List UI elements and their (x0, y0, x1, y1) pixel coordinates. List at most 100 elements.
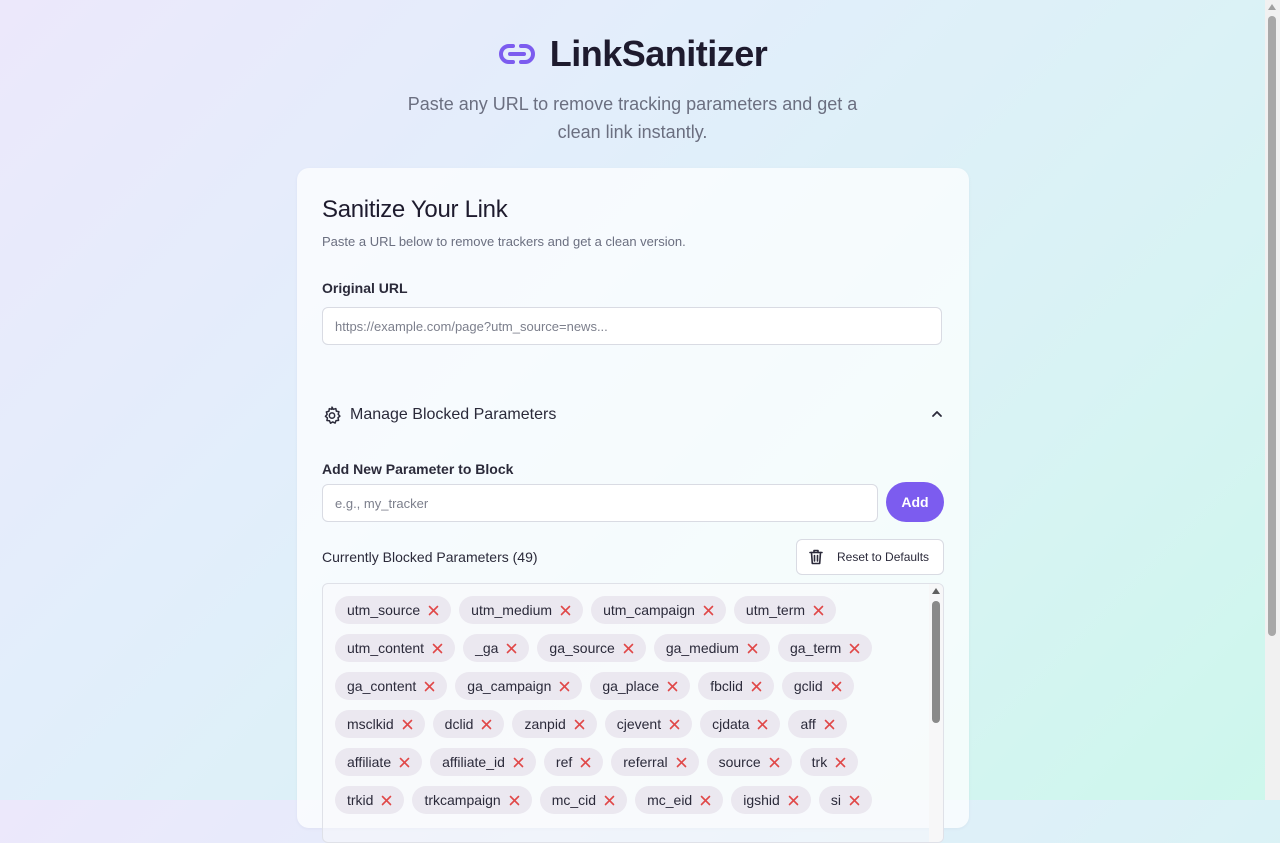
app-title: LinkSanitizer (549, 33, 768, 74)
remove-param-icon[interactable] (849, 795, 860, 806)
manage-blocked-toggle[interactable]: Manage Blocked Parameters (322, 404, 944, 426)
param-chip-label: cjdata (712, 716, 750, 732)
param-chip-label: mc_eid (647, 792, 693, 808)
param-chip: utm_campaign (591, 596, 726, 624)
param-chip: igshid (731, 786, 811, 814)
param-chip-label: gclid (793, 678, 823, 694)
remove-param-icon[interactable] (757, 719, 768, 730)
param-chip: ga_campaign (455, 672, 583, 700)
remove-param-icon[interactable] (399, 757, 410, 768)
remove-param-icon[interactable] (402, 719, 413, 730)
remove-param-icon[interactable] (849, 643, 860, 654)
param-chip-label: zanpid (524, 716, 566, 732)
param-chip: dclid (432, 710, 505, 738)
url-input[interactable] (322, 307, 942, 345)
remove-param-icon[interactable] (831, 681, 842, 692)
chevron-up-icon[interactable] (930, 407, 944, 421)
remove-param-icon[interactable] (813, 605, 824, 616)
gear-icon (324, 406, 341, 424)
param-chip: mc_cid (539, 786, 628, 814)
remove-param-icon[interactable] (559, 681, 570, 692)
param-chip: ga_source (537, 634, 646, 662)
param-chip-label: utm_campaign (603, 602, 695, 618)
param-chip-label: utm_term (745, 602, 806, 618)
scroll-up-arrow-icon[interactable] (1268, 4, 1276, 10)
blocked-params-list[interactable]: utm_source utm_medium utm_campaign utm_term… (322, 583, 944, 843)
params-scroll-thumb[interactable] (932, 601, 940, 723)
remove-param-icon[interactable] (751, 681, 762, 692)
param-chip: ga_medium (653, 634, 770, 662)
remove-param-icon[interactable] (700, 795, 711, 806)
add-param-button[interactable]: Add (886, 482, 944, 522)
link-icon (498, 44, 535, 64)
scroll-thumb[interactable] (1268, 16, 1276, 636)
params-scrollbar[interactable] (929, 584, 943, 842)
remove-param-icon[interactable] (506, 643, 517, 654)
card-description: Paste a URL below to remove trackers and… (322, 234, 686, 249)
url-label: Original URL (322, 280, 408, 296)
param-chip-label: ga_medium (665, 640, 739, 656)
blocked-params-label: Currently Blocked Parameters (49) (322, 549, 538, 565)
remove-param-icon[interactable] (669, 719, 680, 730)
param-chip-label: aff (800, 716, 816, 732)
param-chip: msclkid (335, 710, 425, 738)
remove-param-icon[interactable] (432, 643, 443, 654)
brand: LinkSanitizer (0, 32, 1265, 76)
param-chip-label: affiliate_id (442, 754, 505, 770)
param-chip-label: ga_campaign (467, 678, 552, 694)
param-chip: trkid (335, 786, 405, 814)
remove-param-icon[interactable] (747, 643, 758, 654)
param-chip-label: ga_source (549, 640, 615, 656)
sanitize-card: Sanitize Your Link Paste a URL below to … (297, 168, 969, 843)
param-chip-label: fbclid (710, 678, 743, 694)
reset-defaults-label: Reset to Defaults (837, 550, 930, 564)
reset-defaults-button[interactable]: Reset to Defaults (796, 539, 944, 575)
param-chip: utm_source (335, 596, 452, 624)
param-chip-label: ga_content (347, 678, 417, 694)
param-chip-label: affiliate (347, 754, 392, 770)
param-chip: ga_content (335, 672, 448, 700)
remove-param-icon[interactable] (580, 757, 591, 768)
param-chip-label: msclkid (347, 716, 394, 732)
card-title: Sanitize Your Link (322, 196, 508, 223)
remove-param-icon[interactable] (574, 719, 585, 730)
remove-param-icon[interactable] (835, 757, 846, 768)
param-chip: utm_term (733, 596, 837, 624)
remove-param-icon[interactable] (623, 643, 634, 654)
param-chip: ga_term (777, 634, 873, 662)
param-chip-label: ga_place (602, 678, 660, 694)
remove-param-icon[interactable] (676, 757, 687, 768)
remove-param-icon[interactable] (824, 719, 835, 730)
param-chip-label: trk (811, 754, 828, 770)
page-scrollbar[interactable] (1265, 0, 1280, 800)
param-chip: utm_content (335, 634, 456, 662)
params-scroll-up-icon[interactable] (932, 588, 940, 594)
tagline: Paste any URL to remove tracking paramet… (407, 94, 858, 142)
remove-param-icon[interactable] (667, 681, 678, 692)
param-chip-label: utm_content (347, 640, 425, 656)
remove-param-icon[interactable] (513, 757, 524, 768)
remove-param-icon[interactable] (560, 605, 571, 616)
new-param-input[interactable] (322, 484, 878, 522)
remove-param-icon[interactable] (604, 795, 615, 806)
chips-container: utm_source utm_medium utm_campaign utm_term… (335, 596, 925, 814)
param-chip-label: dclid (444, 716, 474, 732)
param-chip: utm_medium (459, 596, 584, 624)
trash-icon (809, 549, 823, 565)
param-chip-label: cjevent (616, 716, 662, 732)
param-chip: cjdata (700, 710, 781, 738)
remove-param-icon[interactable] (424, 681, 435, 692)
remove-param-icon[interactable] (703, 605, 714, 616)
param-chip: fbclid (698, 672, 774, 700)
remove-param-icon[interactable] (509, 795, 520, 806)
remove-param-icon[interactable] (769, 757, 780, 768)
param-chip: _ga (463, 634, 530, 662)
remove-param-icon[interactable] (481, 719, 492, 730)
param-chip-label: ga_term (789, 640, 842, 656)
param-chip: trk (799, 748, 859, 776)
remove-param-icon[interactable] (428, 605, 439, 616)
param-chip: gclid (781, 672, 854, 700)
remove-param-icon[interactable] (381, 795, 392, 806)
remove-param-icon[interactable] (788, 795, 799, 806)
param-chip-label: referral (623, 754, 668, 770)
